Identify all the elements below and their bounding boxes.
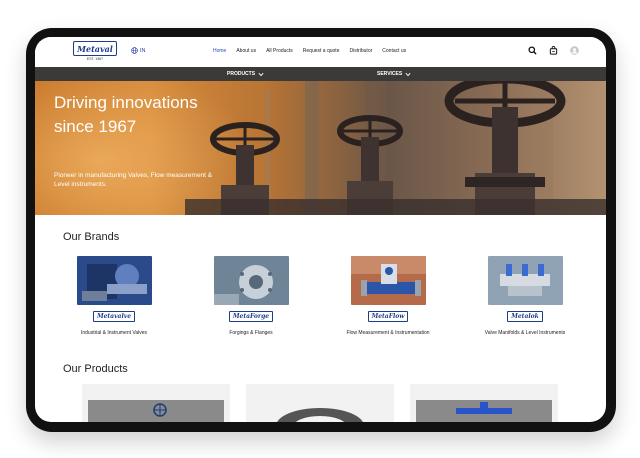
chevron-down-icon [258,72,264,76]
brand-badge: Metavalve [92,311,136,322]
brands-title: Our Brands [63,231,120,243]
screen: Metaval EST. 1967 IN Home About us All P… [35,37,606,422]
product-image [88,400,224,422]
site-header: Metaval EST. 1967 IN Home About us All P… [35,37,606,67]
nav-contact-us[interactable]: Contact us [382,48,406,54]
nav-distributor[interactable]: Distributor [349,48,372,54]
search-icon[interactable] [528,46,537,55]
chevron-down-icon [405,72,411,76]
flange-photo [213,256,289,305]
manifold-photo [487,256,563,305]
valves-photo [76,256,152,305]
nav-home[interactable]: Home [213,48,226,54]
brand-badge: MetaFlow [367,311,409,322]
flowmeter-photo [350,256,426,305]
brand-card-metavalve[interactable]: Metavalve Industrial & Instrument Valves [59,256,169,337]
brand-image [350,256,426,305]
hero-subtitle: Pioneer in manufacturing Valves, Flow me… [54,172,213,188]
logo[interactable]: Metaval EST. 1967 [73,41,117,63]
language-selector[interactable]: IN [131,47,146,54]
brand-caption: Flow Measurement & Instrumentation [346,330,430,336]
brand-badge: Metalok [507,311,543,322]
brand-card-metaforge[interactable]: MetaForge Forgings & Flanges [196,256,306,337]
globe-icon [131,47,138,54]
header-icons [528,46,579,55]
category-bar: PRODUCTS SERVICES [35,67,606,81]
nav-request-quote[interactable]: Request a quote [303,48,340,54]
brand-image [213,256,289,305]
products-dropdown[interactable]: PRODUCTS [227,71,264,77]
brand-caption: Industrial & Instrument Valves [80,330,148,336]
logo-box: Metaval [73,41,117,56]
tablet-frame: Metaval EST. 1967 IN Home About us All P… [26,28,616,432]
logo-text: Metaval [77,43,113,54]
valve-wheel-icon [153,403,167,417]
brand-badge: MetaForge [228,311,274,322]
brand-caption: Valve Manifolds & Level Instruments [484,330,566,336]
hero-title: Driving innovations since 1967 [54,93,198,136]
hero-banner: Driving innovations since 1967 Pioneer i… [35,81,606,215]
product-card[interactable] [246,384,394,422]
product-image [252,400,388,422]
brand-card-metalok[interactable]: Metalok Valve Manifolds & Level Instrume… [470,256,580,337]
services-label: SERVICES [377,71,403,77]
main-nav: Home About us All Products Request a quo… [213,48,406,54]
product-card[interactable] [82,384,230,422]
brand-caption: Forgings & Flanges [229,330,273,336]
user-icon[interactable] [570,46,579,55]
services-dropdown[interactable]: SERVICES [377,71,411,77]
language-label: IN [140,47,146,54]
nav-about-us[interactable]: About us [236,48,256,54]
brand-image [487,256,563,305]
manifold-icon [456,402,512,414]
products-label: PRODUCTS [227,71,256,77]
brand-image [76,256,152,305]
product-image [416,400,552,422]
products-title: Our Products [63,363,128,375]
cart-icon[interactable] [549,46,558,55]
brand-card-metaflow[interactable]: MetaFlow Flow Measurement & Instrumentat… [333,256,443,337]
product-card[interactable] [410,384,558,422]
nav-all-products[interactable]: All Products [266,48,293,54]
logo-est: EST. 1967 [86,57,104,61]
flange-ring-icon [277,408,363,422]
